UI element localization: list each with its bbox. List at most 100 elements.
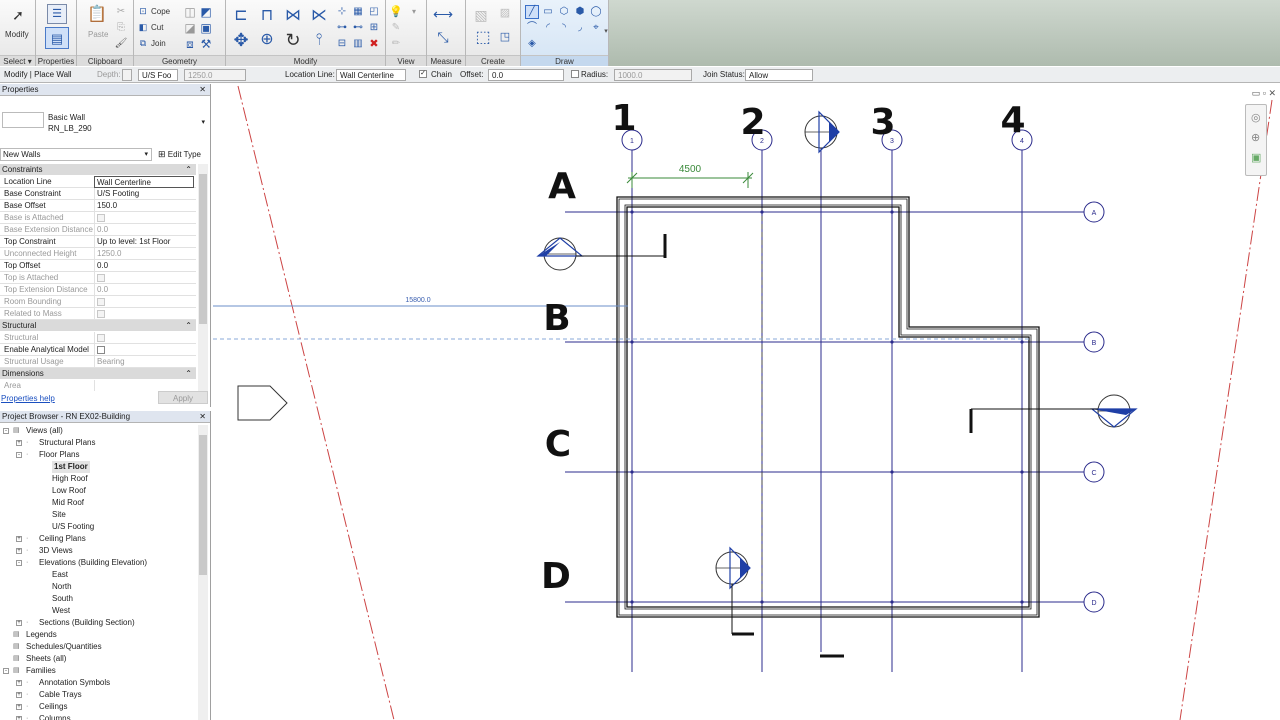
property-row[interactable]: Unconnected Height 1250.0 xyxy=(0,248,196,260)
zoom-icon[interactable]: ⊕ xyxy=(1251,131,1260,144)
tangent-arc-icon[interactable]: ◝ xyxy=(557,21,571,35)
tree-node[interactable]: Families xyxy=(26,665,56,677)
type-selector[interactable]: Basic Wall RN_LB_290 ▾ xyxy=(2,100,207,144)
property-value[interactable]: 150.0 xyxy=(94,200,194,212)
property-row[interactable]: Top Constraint Up to level: 1st Floor xyxy=(0,236,196,248)
polygon-icon[interactable]: ⬡ xyxy=(557,5,571,19)
tree-node[interactable]: North xyxy=(52,581,72,593)
property-row[interactable]: Structural Usage Bearing xyxy=(0,356,196,368)
demolish-icon[interactable]: ▣ xyxy=(200,22,212,34)
tree-node[interactable]: 1st Floor xyxy=(52,461,90,473)
depth-toggle[interactable] xyxy=(122,69,132,81)
property-row[interactable]: Base is Attached xyxy=(0,212,196,224)
browser-scrollbar[interactable] xyxy=(198,425,208,720)
property-value[interactable]: Up to level: 1st Floor xyxy=(94,236,194,248)
view-window-controls[interactable]: ▭ ▫ ✕ xyxy=(1252,88,1276,99)
chain-checkbox[interactable]: ✓ xyxy=(419,69,427,81)
rotate-icon[interactable]: ↻ xyxy=(282,30,304,50)
tree-toggle-icon[interactable]: - xyxy=(3,668,9,674)
join-status-select[interactable]: Allow xyxy=(745,69,813,81)
properties-toggle-icon[interactable]: ▤ xyxy=(45,27,69,49)
split-gap-icon[interactable]: ⊟ xyxy=(336,38,348,50)
pick-lines-icon[interactable]: ⌖ xyxy=(589,21,603,35)
property-row[interactable]: Base Extension Distance 0.0 xyxy=(0,224,196,236)
drawing-canvas[interactable]: 1 2 3 4 A B C D 4500 15800.0 1 2 3 4 A B C D ▭ ▫ ✕ ◎ ⊕ ▣ xyxy=(212,84,1280,720)
floor-plan-drawing[interactable]: 1 2 3 4ABCD450015800.01 2 3 4ABCD xyxy=(212,84,1280,720)
create-group-icon[interactable]: ⬚ xyxy=(472,28,494,48)
tree-node[interactable]: Legends xyxy=(26,629,57,641)
property-row[interactable]: Base Constraint U/S Footing xyxy=(0,188,196,200)
property-row[interactable]: Area xyxy=(0,380,196,391)
property-row[interactable]: Enable Analytical Model xyxy=(0,344,196,356)
paste-icon[interactable]: 📋 xyxy=(87,4,107,26)
rectangle-icon[interactable]: ▭ xyxy=(541,5,555,19)
line-icon[interactable]: ╱ xyxy=(525,5,539,19)
apply-button[interactable]: Apply xyxy=(158,391,208,404)
inscribed-polygon-icon[interactable]: ⬢ xyxy=(573,5,587,19)
tree-node[interactable]: Views (all) xyxy=(26,425,63,437)
properties-scroll-thumb[interactable] xyxy=(199,174,207,324)
array-icon[interactable]: ▦ xyxy=(352,6,364,18)
edit-type-button[interactable]: ⊞ Edit Type xyxy=(158,148,201,161)
move-icon[interactable]: ✥ xyxy=(230,30,252,50)
cut-button[interactable]: Cut xyxy=(151,23,163,32)
property-row[interactable]: Top Extension Distance 0.0 xyxy=(0,284,196,296)
hammer-icon[interactable]: ⚒ xyxy=(200,38,212,50)
property-value[interactable]: Wall Centerline xyxy=(94,176,194,188)
tree-node[interactable]: Mid Roof xyxy=(52,497,84,509)
property-checkbox[interactable] xyxy=(97,345,105,354)
tree-toggle-icon[interactable]: + xyxy=(16,680,22,686)
override-icon[interactable]: ✎ xyxy=(390,22,402,34)
property-value[interactable]: U/S Footing xyxy=(94,188,194,200)
tree-toggle-icon[interactable]: - xyxy=(16,452,22,458)
start-end-arc-icon[interactable]: ⌒ xyxy=(525,21,539,35)
split-icon[interactable]: ⊹ xyxy=(336,6,348,18)
delete-icon[interactable]: ✖ xyxy=(368,38,380,50)
tree-node[interactable]: Low Roof xyxy=(52,485,86,497)
cut-clip-icon[interactable]: ✂ xyxy=(115,6,127,18)
cope-icon[interactable]: ⊡ xyxy=(138,6,148,16)
browser-scroll-thumb[interactable] xyxy=(199,435,207,575)
tree-node[interactable]: Annotation Symbols xyxy=(39,677,110,689)
tree-node[interactable]: West xyxy=(52,605,70,617)
close-icon[interactable]: ✕ xyxy=(199,84,206,96)
pin-icon[interactable]: ⊶ xyxy=(336,22,348,34)
tree-node[interactable]: U/S Footing xyxy=(52,521,94,533)
tree-node[interactable]: Cable Trays xyxy=(39,689,82,701)
collapse-icon[interactable]: ⌃ xyxy=(185,164,192,175)
tree-node[interactable]: East xyxy=(52,569,68,581)
property-row[interactable]: Related to Mass xyxy=(0,308,196,320)
radius-input[interactable]: 1000.0 xyxy=(614,69,692,81)
cursor-icon[interactable]: ➚ xyxy=(10,6,26,24)
offset-icon[interactable]: ⊓ xyxy=(256,6,278,26)
create-similar-icon[interactable]: ▧ xyxy=(472,6,490,24)
properties-scrollbar[interactable] xyxy=(198,164,208,391)
properties-help-link[interactable]: Properties help xyxy=(1,394,55,403)
tree-node[interactable]: Structural Plans xyxy=(39,437,95,449)
copy-icon[interactable]: ⎘ xyxy=(115,22,127,34)
draw-more-icon[interactable]: ▾ xyxy=(603,24,609,38)
browser-close-icon[interactable]: ✕ xyxy=(199,411,206,423)
tree-toggle-icon[interactable]: + xyxy=(16,704,22,710)
location-line-select[interactable]: Wall Centerline xyxy=(336,69,406,81)
property-row[interactable]: Location Line Wall Centerline xyxy=(0,176,196,188)
zoom-fit-icon[interactable]: ▣ xyxy=(1251,151,1261,164)
tree-toggle-icon[interactable]: + xyxy=(16,692,22,698)
mirror-axis-icon[interactable]: ⋈ xyxy=(282,6,304,26)
create-assembly-icon[interactable]: ◳ xyxy=(498,30,512,44)
tree-node[interactable]: Site xyxy=(52,509,66,521)
measure-between-icon[interactable]: ⟷ xyxy=(432,6,454,22)
offset-input[interactable]: 0.0 xyxy=(488,69,564,81)
tree-node[interactable]: Ceilings xyxy=(39,701,67,713)
tree-node[interactable]: Ceiling Plans xyxy=(39,533,86,545)
match-type-icon[interactable]: 🖌 xyxy=(115,38,128,50)
property-value[interactable] xyxy=(94,344,194,356)
tree-toggle-icon[interactable]: + xyxy=(16,716,22,720)
tree-toggle-icon[interactable]: + xyxy=(16,620,22,626)
join-button[interactable]: Join xyxy=(151,39,166,48)
type-properties-icon[interactable]: ☰ xyxy=(47,4,67,24)
unpin-icon[interactable]: ⊷ xyxy=(352,22,364,34)
tree-toggle-icon[interactable]: + xyxy=(16,548,22,554)
fillet-arc-icon[interactable]: ◞ xyxy=(573,21,587,35)
steering-wheel-icon[interactable]: ◎ xyxy=(1251,111,1261,124)
